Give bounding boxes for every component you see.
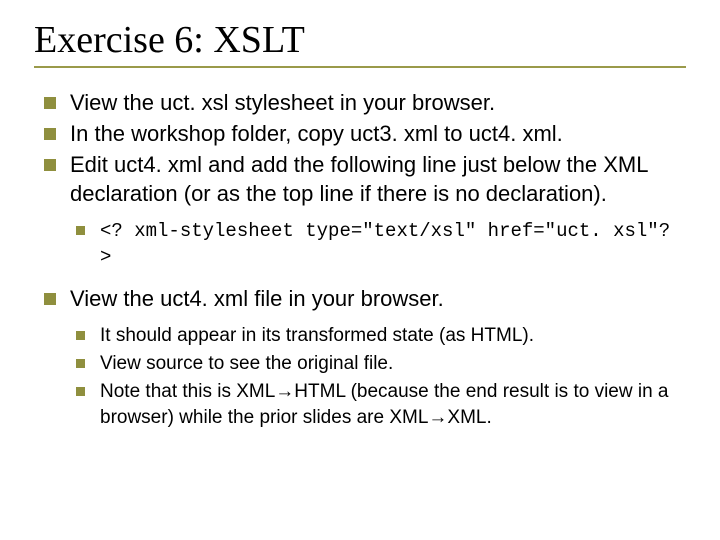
bullet-text: Edit uct4. xml and add the following lin… bbox=[70, 152, 648, 206]
bullet-item: View the uct4. xml file in your browser.… bbox=[40, 284, 686, 429]
sub-bullet-item: It should appear in its transformed stat… bbox=[74, 323, 686, 348]
sub-bullet-list: <? xml-stylesheet type="text/xsl" href="… bbox=[74, 218, 686, 270]
bullet-list: View the uct. xsl stylesheet in your bro… bbox=[40, 88, 686, 430]
bullet-text: View the uct4. xml file in your browser. bbox=[70, 286, 444, 311]
sub-bullet-item: View source to see the original file. bbox=[74, 351, 686, 376]
code-snippet: <? xml-stylesheet type="text/xsl" href="… bbox=[100, 220, 670, 268]
bullet-item: In the workshop folder, copy uct3. xml t… bbox=[40, 119, 686, 148]
slide: Exercise 6: XSLT View the uct. xsl style… bbox=[0, 0, 720, 540]
sub-bullet-list: It should appear in its transformed stat… bbox=[74, 323, 686, 429]
bullet-item: View the uct. xsl stylesheet in your bro… bbox=[40, 88, 686, 117]
sub-bullet-item: Note that this is XML→HTML (because the … bbox=[74, 379, 686, 429]
bullet-item: Edit uct4. xml and add the following lin… bbox=[40, 150, 686, 270]
slide-title: Exercise 6: XSLT bbox=[34, 18, 686, 62]
sub-bullet-item: <? xml-stylesheet type="text/xsl" href="… bbox=[74, 218, 686, 270]
sub-bullet-text: Note that this is XML→HTML (because the … bbox=[100, 381, 669, 427]
title-underline bbox=[34, 66, 686, 68]
